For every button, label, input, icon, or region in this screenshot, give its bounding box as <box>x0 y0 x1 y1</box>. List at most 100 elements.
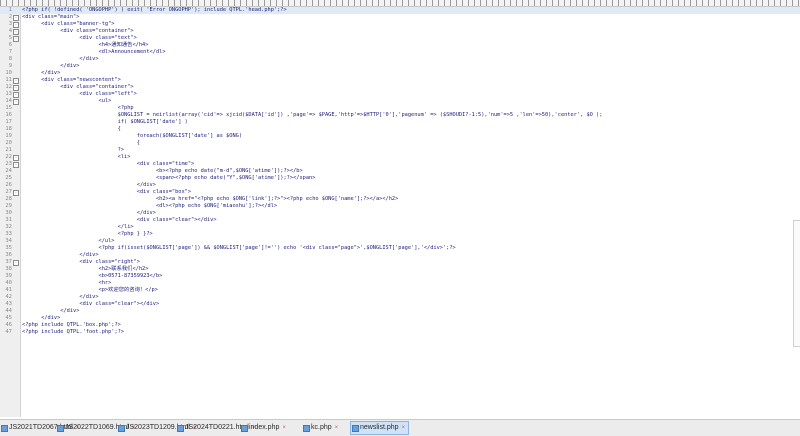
code-line[interactable]: 21 ?> <box>0 147 800 154</box>
code-text[interactable]: <div class="box"> <box>22 189 191 196</box>
code-text[interactable]: <div class="time"> <box>22 161 194 168</box>
file-tab[interactable]: newslist.php × <box>350 421 410 435</box>
side-panel-edge[interactable] <box>793 220 800 347</box>
code-text[interactable]: <b>0571-87359923</b> <box>22 273 163 280</box>
code-text[interactable]: </li> <box>22 224 134 231</box>
code-line[interactable]: 39 <b>0571-87359923</b> <box>0 273 800 280</box>
code-line[interactable]: 32 </li> <box>0 224 800 231</box>
code-line[interactable]: 23- <div class="time"> <box>0 161 800 168</box>
code-text[interactable]: <?php <box>22 105 134 112</box>
code-line[interactable]: 46 <?php include QTPL.'box.php';?> <box>0 322 800 329</box>
code-line[interactable]: 4- <div class="container"> <box>0 28 800 35</box>
code-text[interactable]: <dl><?php echo $ONG['miaoshu'];?></dl> <box>22 203 277 210</box>
code-text[interactable]: <div class="clear"></div> <box>22 301 159 308</box>
code-text[interactable]: <?php include QTPL.'foot.php';?> <box>22 329 124 336</box>
code-text[interactable]: <div class="text"> <box>22 35 136 42</box>
code-line[interactable]: 8 </div> <box>0 56 800 63</box>
code-line[interactable]: 16 $ONGLIST = neirlist(array('cid'=> xjc… <box>0 112 800 119</box>
code-text[interactable]: </div> <box>22 210 156 217</box>
code-line[interactable]: 24 <b><?php echo date("m-d",$ONG['atime'… <box>0 168 800 175</box>
code-text[interactable]: ?> <box>22 147 124 154</box>
code-line[interactable]: 42 </div> <box>0 294 800 301</box>
code-text[interactable]: <?php include QTPL.'box.php';?> <box>22 322 121 329</box>
code-text[interactable]: <div class="right"> <box>22 259 140 266</box>
code-line[interactable]: 10 </div> <box>0 70 800 77</box>
code-line[interactable]: 17 if( $ONGLIST['date'] ) <box>0 119 800 126</box>
code-line[interactable]: 35 <?php if(isset($ONGLIST['page']) && $… <box>0 245 800 252</box>
code-text[interactable]: <hr> <box>22 280 112 287</box>
code-text[interactable]: <li> <box>22 154 131 161</box>
code-line[interactable]: 5- <div class="text"> <box>0 35 800 42</box>
code-line[interactable]: 18 { <box>0 126 800 133</box>
code-line[interactable]: 40 <hr> <box>0 280 800 287</box>
code-line[interactable]: 28 <h2><a href="<?php echo $ONG['link'];… <box>0 196 800 203</box>
code-text[interactable]: <div class="left"> <box>22 91 136 98</box>
code-text[interactable]: foreach($ONGLIST['date'] as $ONG) <box>22 133 242 140</box>
code-text[interactable]: <b><?php echo date("m-d",$ONG['atime']);… <box>22 168 303 175</box>
code-text[interactable]: { <box>22 140 140 147</box>
code-text[interactable]: </div> <box>22 252 98 259</box>
code-line[interactable]: 7 <dl>Announcement</dl> <box>0 49 800 56</box>
code-line[interactable]: 38 <h2>联系我们</h2> <box>0 266 800 273</box>
code-line[interactable]: 37- <div class="right"> <box>0 259 800 266</box>
code-text[interactable]: <?php } }?> <box>22 231 153 238</box>
code-line[interactable]: 6 <h4>通知通告</h4> <box>0 42 800 49</box>
code-line[interactable]: 3- <div class="banner-tg"> <box>0 21 800 28</box>
code-line[interactable]: 9 </div> <box>0 63 800 70</box>
code-text[interactable]: <div class="banner-tg"> <box>22 21 114 28</box>
code-line[interactable]: 34 </ul> <box>0 238 800 245</box>
code-text[interactable]: $ONGLIST = neirlist(array('cid'=> xjcid(… <box>22 112 603 119</box>
code-text[interactable]: </ul> <box>22 238 115 245</box>
code-line[interactable]: 26 </div> <box>0 182 800 189</box>
code-line[interactable]: 13- <div class="left"> <box>0 91 800 98</box>
code-text[interactable]: <?php if(isset($ONGLIST['page']) && $ONG… <box>22 245 456 252</box>
code-text[interactable]: <div class="clear"></div> <box>22 217 217 224</box>
code-line[interactable]: 47 <?php include QTPL.'foot.php';?> <box>0 329 800 336</box>
code-text[interactable]: <dl>Announcement</dl> <box>22 49 166 56</box>
code-text[interactable]: </div> <box>22 56 98 63</box>
code-line[interactable]: 29 <dl><?php echo $ONG['miaoshu'];?></dl… <box>0 203 800 210</box>
code-text[interactable]: <ul> <box>22 98 112 105</box>
code-line[interactable]: 27- <div class="box"> <box>0 189 800 196</box>
code-text[interactable]: <p>欢迎您的咨询！</p> <box>22 287 158 294</box>
code-line[interactable]: 43 <div class="clear"></div> <box>0 301 800 308</box>
code-line[interactable]: 45 </div> <box>0 315 800 322</box>
code-line[interactable]: 11- <div class="newscontent"> <box>0 77 800 84</box>
code-line[interactable]: 19 foreach($ONGLIST['date'] as $ONG) <box>0 133 800 140</box>
code-line[interactable]: 36 </div> <box>0 252 800 259</box>
code-line[interactable]: 15 <?php <box>0 105 800 112</box>
code-text[interactable]: <div class="container"> <box>22 84 133 91</box>
code-text[interactable]: <?php if( !defined( 'ONGOPHP') ) exit( '… <box>22 7 287 14</box>
code-text[interactable]: <div class="main"> <box>22 14 79 21</box>
code-text[interactable]: { <box>22 126 121 133</box>
code-text[interactable]: </div> <box>22 70 60 77</box>
file-tab[interactable]: index.php × <box>240 422 289 434</box>
code-line[interactable]: 20 { <box>0 140 800 147</box>
code-editor[interactable]: 1 <?php if( !defined( 'ONGOPHP') ) exit( … <box>0 7 800 417</box>
code-line[interactable]: 44 </div> <box>0 308 800 315</box>
code-line[interactable]: 2- <div class="main"> <box>0 14 800 21</box>
code-line[interactable]: 12- <div class="container"> <box>0 84 800 91</box>
code-text[interactable]: if( $ONGLIST['date'] ) <box>22 119 188 126</box>
code-text[interactable]: <h2><a href="<?php echo $ONG['link'];?>"… <box>22 196 398 203</box>
code-text[interactable]: </div> <box>22 315 60 322</box>
code-text[interactable]: <span><?php echo date("Y",$ONG['atime'])… <box>22 175 315 182</box>
code-line[interactable]: 22- <li> <box>0 154 800 161</box>
code-text[interactable]: <h4>通知通告</h4> <box>22 42 149 49</box>
code-text[interactable]: <div class="container"> <box>22 28 133 35</box>
file-tab[interactable]: kc.php × <box>302 422 341 434</box>
close-tab-icon[interactable]: × <box>335 425 339 431</box>
code-line[interactable]: 14- <ul> <box>0 98 800 105</box>
code-text[interactable]: </div> <box>22 308 79 315</box>
code-line[interactable]: 25 <span><?php echo date("Y",$ONG['atime… <box>0 175 800 182</box>
code-line[interactable]: 31 <div class="clear"></div> <box>0 217 800 224</box>
code-text[interactable]: </div> <box>22 182 156 189</box>
code-line[interactable]: 1 <?php if( !defined( 'ONGOPHP') ) exit( … <box>0 7 800 14</box>
code-line[interactable]: 30 </div> <box>0 210 800 217</box>
code-line[interactable]: 41 <p>欢迎您的咨询！</p> <box>0 287 800 294</box>
code-text[interactable]: <h2>联系我们</h2> <box>22 266 149 273</box>
close-tab-icon[interactable]: × <box>402 425 406 431</box>
code-text[interactable]: </div> <box>22 63 79 70</box>
code-line[interactable]: 33 <?php } }?> <box>0 231 800 238</box>
code-text[interactable]: <div class="newscontent"> <box>22 77 121 84</box>
